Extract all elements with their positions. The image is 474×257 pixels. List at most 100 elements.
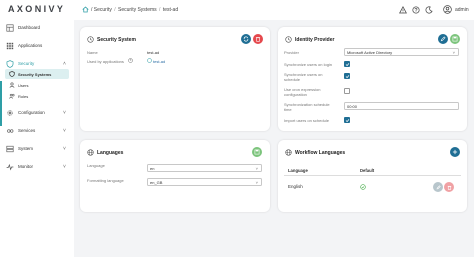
- card-title: Workflow Languages: [295, 150, 346, 156]
- table-divider: [284, 175, 461, 176]
- roles-icon: [9, 93, 15, 99]
- app-logo[interactable]: AXONIVY: [8, 4, 65, 14]
- sync-button[interactable]: [241, 34, 251, 44]
- users-icon: [9, 82, 15, 88]
- chevron-down-icon: ˅: [63, 109, 66, 116]
- breadcrumb-sep: /: [159, 7, 161, 13]
- breadcrumb-security[interactable]: Security: [94, 7, 112, 13]
- active-section-indicator: [0, 81, 2, 126]
- save-button[interactable]: [450, 34, 460, 44]
- top-bar: AXONIVY / Security / Security Systems / …: [0, 0, 474, 20]
- user-name[interactable]: admin: [455, 7, 469, 13]
- delete-button[interactable]: [253, 34, 263, 44]
- dark-mode-icon[interactable]: [424, 5, 433, 14]
- sidebar-item-users[interactable]: Users: [5, 80, 69, 90]
- import-label: Import users on schedule: [284, 118, 329, 123]
- card-title: Identity Provider: [295, 37, 335, 43]
- help-icon[interactable]: [411, 5, 420, 14]
- used-by-link[interactable]: test-ad: [153, 59, 165, 64]
- delete-row-button[interactable]: [444, 182, 454, 192]
- card-title: Languages: [97, 150, 124, 156]
- card-title: Security System: [97, 37, 136, 43]
- cron-checkbox[interactable]: [344, 88, 350, 94]
- identity-provider-icon: [285, 36, 292, 43]
- sidebar-item-label: Users: [18, 82, 29, 88]
- formatting-value: en_GB: [150, 180, 163, 185]
- edit-button[interactable]: [438, 34, 448, 44]
- monitor-icon: [5, 162, 14, 171]
- add-language-button[interactable]: [450, 147, 460, 157]
- sync-login-label: Synchronize users on login: [284, 62, 333, 67]
- sidebar-item-label: Services: [18, 128, 36, 133]
- breadcrumb-current: test-ad: [162, 7, 179, 13]
- workflow-languages-icon: [285, 149, 292, 156]
- sidebar-item-configuration[interactable]: Configuration ˅: [5, 108, 66, 117]
- formatting-select[interactable]: en_GB ˅: [147, 178, 262, 186]
- name-value: test-ad: [147, 50, 160, 55]
- sidebar-item-label: Dashboard: [18, 25, 41, 30]
- sidebar-item-label: Security Systems: [18, 71, 52, 77]
- schedule-time-input[interactable]: 00:00: [344, 102, 459, 110]
- info-icon[interactable]: [128, 58, 133, 65]
- sidebar-item-roles[interactable]: Roles: [5, 91, 69, 101]
- default-check-icon: [360, 184, 366, 192]
- applications-icon: [5, 41, 14, 50]
- schedule-time-label-line2: time: [284, 107, 292, 112]
- formatting-label: Formatting language: [87, 178, 124, 183]
- column-header-language: Language: [288, 168, 308, 173]
- language-label: Language: [87, 163, 105, 168]
- identity-provider-card: Identity Provider Provider Microsoft Act…: [278, 27, 467, 131]
- edit-row-button[interactable]: [433, 182, 443, 192]
- sidebar-item-system[interactable]: System ˅: [5, 144, 66, 153]
- sidebar-item-label: Security: [18, 61, 35, 66]
- cron-label-line2: configuration: [284, 92, 307, 97]
- breadcrumb-sep: /: [114, 7, 116, 13]
- chevron-down-icon: ˅: [255, 166, 258, 171]
- breadcrumb-security-systems[interactable]: Security Systems: [118, 7, 157, 13]
- import-checkbox[interactable]: [344, 117, 350, 123]
- security-systems-icon: [9, 71, 15, 77]
- security-icon: [5, 59, 14, 68]
- application-icon: [147, 58, 152, 65]
- sidebar-item-label: Configuration: [18, 110, 45, 115]
- sidebar-item-services[interactable]: Services ˅: [5, 126, 66, 135]
- system-icon: [5, 144, 14, 153]
- sidebar-item-security[interactable]: Security ˄: [5, 59, 66, 68]
- sync-schedule-label-line2: schedule: [284, 77, 301, 82]
- languages-icon: [87, 149, 94, 156]
- chevron-down-icon: ˅: [255, 180, 258, 185]
- breadcrumb-sep: /: [91, 7, 93, 13]
- chevron-down-icon: ˅: [63, 145, 66, 152]
- column-header-default: Default: [360, 168, 375, 173]
- used-by-label: Used by applications: [87, 59, 124, 64]
- services-icon: [5, 126, 14, 135]
- sidebar-item-security-systems[interactable]: Security Systems: [5, 69, 69, 79]
- workflow-languages-card: Workflow Languages Language Default Engl…: [278, 140, 467, 212]
- user-icon[interactable]: [443, 5, 452, 14]
- sync-login-checkbox[interactable]: [344, 61, 350, 67]
- languages-card: Languages Language en ˅ Formatting langu…: [80, 140, 270, 212]
- sidebar-item-monitor[interactable]: Monitor ˅: [5, 162, 66, 171]
- home-icon[interactable]: [82, 6, 89, 13]
- language-cell: English: [288, 184, 303, 189]
- chevron-down-icon: ˅: [63, 127, 66, 134]
- name-label: Name: [87, 50, 98, 55]
- language-select[interactable]: en ˅: [147, 164, 262, 172]
- sidebar-item-label: Applications: [18, 43, 43, 48]
- save-button[interactable]: [252, 147, 262, 157]
- chevron-down-icon: ˅: [452, 50, 455, 55]
- chevron-down-icon: ˅: [63, 163, 66, 170]
- sidebar-item-label: Monitor: [18, 164, 34, 169]
- dashboard-icon: [5, 23, 14, 32]
- language-value: en: [150, 166, 155, 171]
- sync-schedule-checkbox[interactable]: [344, 73, 350, 79]
- sidebar-item-dashboard[interactable]: Dashboard: [5, 23, 40, 32]
- sidebar-item-label: System: [18, 146, 34, 151]
- sidebar: Dashboard Applications Security ˄ Securi…: [0, 20, 74, 257]
- chevron-up-icon: ˄: [63, 60, 66, 67]
- provider-select[interactable]: Microsoft Active Directory ˅: [344, 48, 459, 56]
- sidebar-item-label: Roles: [18, 93, 29, 99]
- warning-icon[interactable]: [398, 5, 407, 14]
- sidebar-item-applications[interactable]: Applications: [5, 41, 42, 50]
- provider-label: Provider: [284, 50, 299, 55]
